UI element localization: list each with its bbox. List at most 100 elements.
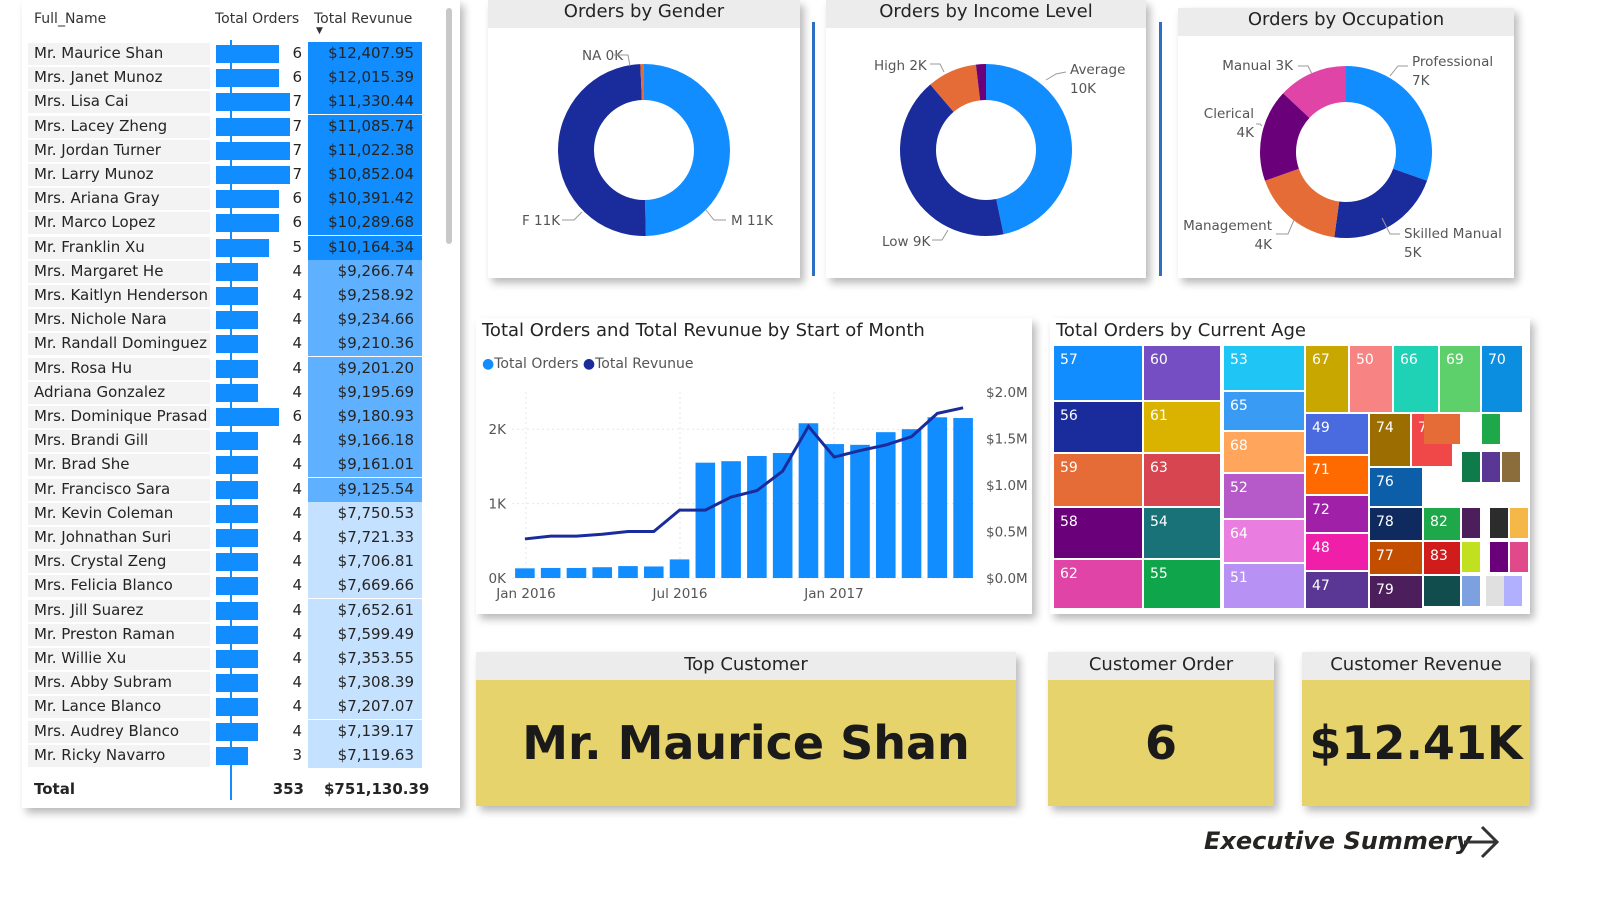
treemap-tile-small[interactable]: [1502, 452, 1520, 482]
x-tick: Jul 2016: [652, 586, 708, 602]
table-row[interactable]: Mrs. Kaitlyn Henderson 4 $9,258.92: [28, 284, 422, 308]
cell-orders: 6: [292, 44, 302, 62]
treemap-tile[interactable]: 72: [1306, 496, 1368, 532]
table-row[interactable]: Mr. Larry Munoz 7 $10,852.04: [28, 163, 422, 187]
table-row[interactable]: Mrs. Jill Suarez 4 $7,652.61: [28, 598, 422, 623]
treemap-tile[interactable]: 53: [1224, 346, 1304, 390]
treemap-tile[interactable]: 49: [1306, 414, 1368, 454]
table-row[interactable]: Mrs. Brandi Gill 4 $9,166.18: [28, 429, 422, 454]
treemap-tile[interactable]: 69: [1440, 346, 1480, 412]
treemap-tile[interactable]: 67: [1306, 346, 1348, 412]
col-header-orders[interactable]: Total Orders: [215, 11, 299, 27]
treemap-tile-small[interactable]: [1424, 414, 1460, 444]
table-row[interactable]: Mrs. Rosa Hu 4 $9,201.20: [28, 356, 422, 381]
table-row[interactable]: Mrs. Nichole Nara 4 $9,234.66: [28, 308, 422, 333]
treemap-tile[interactable]: 62: [1054, 560, 1142, 608]
table-scrollbar[interactable]: [446, 8, 452, 244]
table-row[interactable]: Mrs. Crystal Zeng 4 $7,706.81: [28, 550, 422, 575]
treemap-tile-small[interactable]: [1482, 414, 1500, 444]
treemap-tile[interactable]: 50: [1350, 346, 1392, 412]
cell-revenue: $7,721.33: [308, 526, 422, 550]
donut-label: 7K: [1412, 73, 1431, 89]
treemap-tile-small[interactable]: [1504, 576, 1522, 606]
cell-orders: 4: [292, 334, 302, 353]
treemap-tile[interactable]: 52: [1224, 474, 1304, 518]
treemap-tile-small[interactable]: [1510, 508, 1528, 538]
treemap-tile[interactable]: 59: [1054, 454, 1142, 506]
col-header-revenue[interactable]: Total Revunue: [314, 11, 412, 27]
table-row[interactable]: Mrs. Janet Munoz 6 $12,015.39: [28, 66, 422, 91]
treemap-tile[interactable]: 55: [1144, 560, 1220, 608]
column-divider: [230, 40, 232, 800]
table-row[interactable]: Mrs. Lisa Cai 7 $11,330.44: [28, 90, 422, 115]
donut-gender-chart: NA 0K M 11K F 11K: [522, 48, 774, 236]
table-row[interactable]: Mrs. Margaret He 4 $9,266.74: [28, 259, 422, 284]
treemap-tile[interactable]: 78: [1370, 508, 1422, 540]
table-row[interactable]: Mr. Preston Raman 4 $7,599.49: [28, 622, 422, 647]
cell-revenue: $7,599.49: [308, 622, 422, 647]
table-row[interactable]: Mrs. Ariana Gray 6 $10,391.42: [28, 187, 422, 212]
table-row[interactable]: Mrs. Felicia Blanco 4 $7,669.66: [28, 574, 422, 599]
treemap-tile[interactable]: 76: [1370, 468, 1422, 506]
treemap-tile-small[interactable]: [1462, 542, 1480, 572]
separator-line: [812, 22, 815, 276]
treemap-tile[interactable]: 58: [1054, 508, 1142, 558]
treemap-tile[interactable]: 51: [1224, 564, 1304, 608]
treemap-tile[interactable]: 83: [1424, 542, 1460, 574]
treemap-tile[interactable]: 60: [1144, 346, 1220, 400]
treemap-tile[interactable]: 54: [1144, 508, 1220, 558]
treemap-tile[interactable]: 68: [1224, 432, 1304, 472]
treemap-tile-small[interactable]: [1482, 452, 1500, 482]
table-row[interactable]: Mr. Kevin Coleman 4 $7,750.53: [28, 501, 422, 526]
cell-orders: 7: [292, 140, 302, 159]
table-row[interactable]: Mr. Willie Xu 4 $7,353.55: [28, 647, 422, 671]
table-row[interactable]: Adriana Gonzalez 4 $9,195.69: [28, 380, 422, 405]
table-row[interactable]: Mrs. Abby Subram 4 $7,308.39: [28, 671, 422, 696]
table-row[interactable]: Mrs. Audrey Blanco 4 $7,139.17: [28, 719, 422, 744]
cell-name: Mrs. Janet Munoz: [34, 68, 163, 87]
table-row[interactable]: Mr. Brad She 4 $9,161.01: [28, 453, 422, 478]
table-row[interactable]: Mr. Johnathan Suri 4 $7,721.33: [28, 526, 422, 550]
treemap-tile[interactable]: 64: [1224, 520, 1304, 562]
treemap-tile[interactable]: 56: [1054, 402, 1142, 452]
table-row[interactable]: Mr. Lance Blanco 4 $7,207.07: [28, 695, 422, 720]
table-row[interactable]: Mr. Marco Lopez 6 $10,289.68: [28, 211, 422, 236]
executive-summary-nav-button[interactable]: Executive Summery: [1196, 822, 1508, 862]
donut-label: Professional: [1412, 54, 1493, 70]
treemap-tile[interactable]: 66: [1394, 346, 1438, 412]
treemap-tile-small[interactable]: [1486, 576, 1504, 606]
treemap-tile[interactable]: 79: [1370, 576, 1422, 608]
treemap-tile[interactable]: 82: [1424, 508, 1460, 540]
table-row[interactable]: Mr. Francisco Sara 4 $9,125.54: [28, 477, 422, 502]
table-row[interactable]: Mr. Ricky Navarro 3 $7,119.63: [28, 743, 422, 768]
treemap-tile-small[interactable]: [1462, 508, 1480, 538]
treemap-tile[interactable]: 57: [1054, 346, 1142, 400]
treemap-tile-small[interactable]: [1424, 576, 1460, 606]
treemap-tile[interactable]: 65: [1224, 392, 1304, 430]
treemap-tile-small[interactable]: [1462, 576, 1480, 606]
treemap-tile[interactable]: 47: [1306, 572, 1368, 608]
arrow-right-icon: [1464, 825, 1500, 859]
treemap-tile[interactable]: 48: [1306, 534, 1368, 570]
table-row[interactable]: Mrs. Lacey Zheng 7 $11,085.74: [28, 114, 422, 139]
table-row[interactable]: Mr. Franklin Xu 5 $10,164.34: [28, 235, 422, 260]
treemap-tile[interactable]: 61: [1144, 402, 1220, 452]
treemap-tile-small[interactable]: [1490, 508, 1508, 538]
table-row[interactable]: Mr. Randall Dominguez 4 $9,210.36: [28, 332, 422, 357]
treemap-tile-small[interactable]: [1462, 452, 1480, 482]
donut-income-chart: Average 10K High 2K Low 9K: [874, 58, 1125, 250]
treemap-tile[interactable]: 63: [1144, 454, 1220, 506]
table-row[interactable]: Mr. Jordan Turner 7 $11,022.38: [28, 138, 422, 163]
treemap-tile[interactable]: 70: [1482, 346, 1522, 412]
cell-revenue: $9,234.66: [308, 308, 422, 333]
treemap-tile[interactable]: 74: [1370, 414, 1410, 466]
treemap-tile[interactable]: 77: [1370, 542, 1422, 574]
table-row[interactable]: Mrs. Dominique Prasad 6 $9,180.93: [28, 405, 422, 429]
treemap-tile-small[interactable]: [1490, 542, 1508, 572]
treemap-tile-small[interactable]: [1510, 542, 1528, 572]
cell-revenue: $7,706.81: [308, 550, 422, 575]
combo-chart-card: Total Orders and Total Revunue by Start …: [476, 318, 1032, 614]
table-row[interactable]: Mr. Maurice Shan 6 $12,407.95: [28, 42, 422, 66]
treemap-tile[interactable]: 71: [1306, 456, 1368, 494]
col-header-name[interactable]: Full_Name: [34, 11, 106, 27]
